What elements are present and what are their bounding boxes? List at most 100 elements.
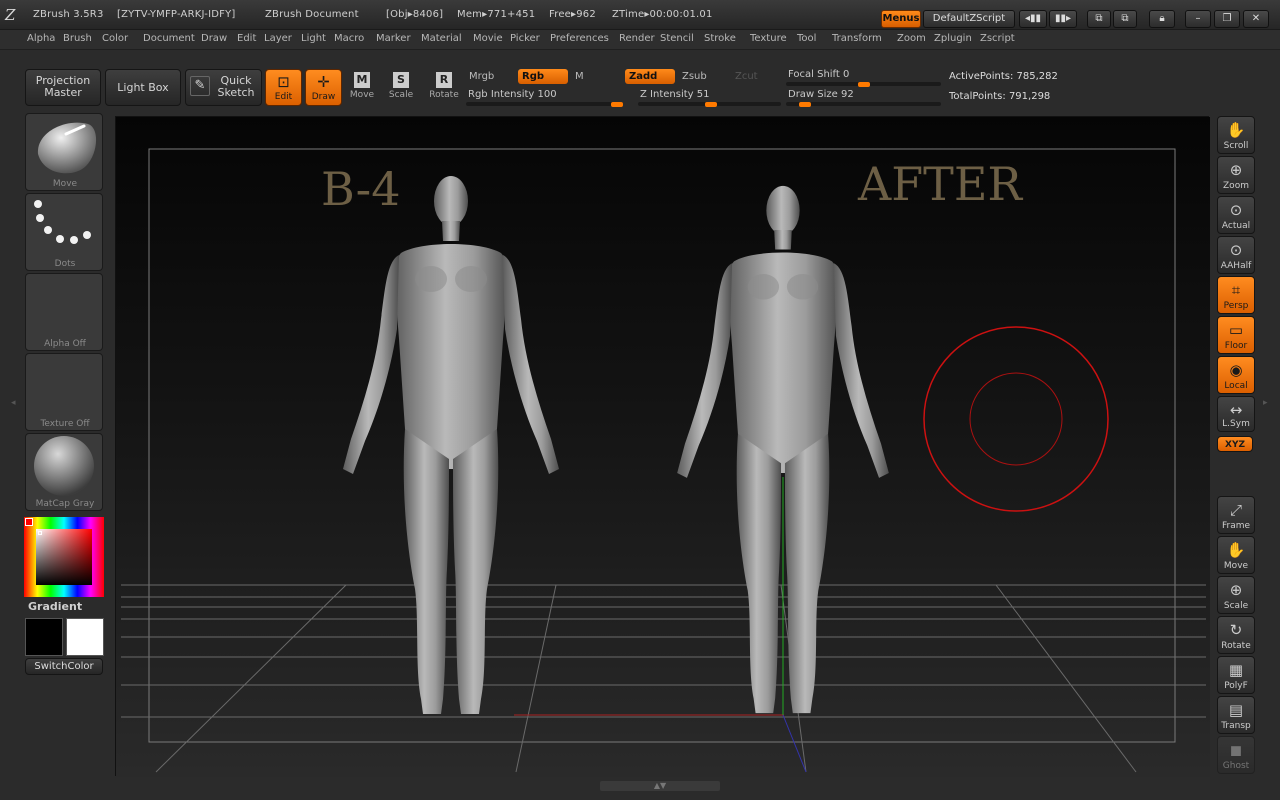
rightbar-frame-button[interactable]: ⤢ Frame xyxy=(1217,496,1255,534)
draw-size-knob[interactable] xyxy=(799,102,812,107)
draw-mode-button[interactable]: ✛ Draw xyxy=(305,69,342,106)
rightbar-actual-button[interactable]: ⊙ Actual xyxy=(1217,196,1255,234)
menu-macro[interactable]: Macro xyxy=(334,33,364,44)
main-color-swatch[interactable] xyxy=(66,618,104,656)
edit-mode-button[interactable]: ⊡ Edit xyxy=(265,69,302,106)
focal-shift-knob[interactable] xyxy=(857,82,870,87)
menu-stencil[interactable]: Stencil xyxy=(660,33,694,44)
selected-color-swatch[interactable] xyxy=(25,518,33,526)
menu-tool[interactable]: Tool xyxy=(797,33,816,44)
alpha-thumbnail[interactable]: Alpha Off xyxy=(25,273,103,351)
left-shelf-grip-icon[interactable]: ◂ xyxy=(11,398,16,408)
right-shelf-grip-icon[interactable]: ▸ xyxy=(1263,398,1268,408)
scale-label: Scale xyxy=(388,90,414,100)
secondary-color-swatch[interactable] xyxy=(25,618,63,656)
zcut-toggle[interactable]: Zcut xyxy=(731,69,781,84)
default-zscript-button[interactable]: DefaultZScript xyxy=(923,10,1015,28)
menu-movie[interactable]: Movie xyxy=(473,33,503,44)
menu-material[interactable]: Material xyxy=(421,33,462,44)
layout-a-icon[interactable]: ⧉ xyxy=(1087,10,1111,28)
rightbar-transp-button[interactable]: ▤ Transp xyxy=(1217,696,1255,734)
texture-caption: Texture Off xyxy=(40,419,90,429)
stroke-thumbnail[interactable]: Dots xyxy=(25,193,103,271)
rightbar-move-button[interactable]: ✋ Move xyxy=(1217,536,1255,574)
rightbar-xyz-button[interactable]: XYZ xyxy=(1217,436,1253,452)
menu-render[interactable]: Render xyxy=(619,33,655,44)
minimize-icon[interactable]: – xyxy=(1185,10,1211,28)
scroll-right-icon[interactable]: ▮▮▸ xyxy=(1049,10,1077,28)
rightbar-scroll-button[interactable]: ✋ Scroll xyxy=(1217,116,1255,154)
move-mode-button[interactable]: M Move xyxy=(346,72,378,106)
scroll-left-icon[interactable]: ◂▮▮ xyxy=(1019,10,1047,28)
zsub-toggle[interactable]: Zsub xyxy=(678,69,728,84)
menu-layer[interactable]: Layer xyxy=(264,33,292,44)
saturation-square[interactable] xyxy=(36,529,92,585)
restore-icon[interactable]: ❐ xyxy=(1214,10,1240,28)
menu-texture[interactable]: Texture xyxy=(750,33,787,44)
switchcolor-button[interactable]: SwitchColor xyxy=(25,658,103,675)
actual-icon: ⊙ xyxy=(1229,201,1243,219)
rightbar-persp-button[interactable]: ⌗ Persp xyxy=(1217,276,1255,314)
lightbox-button[interactable]: Light Box xyxy=(105,69,181,106)
color-picker[interactable] xyxy=(24,517,104,597)
rightbar-rotate-button[interactable]: ↻ Rotate xyxy=(1217,616,1255,654)
menu-zplugin[interactable]: Zplugin xyxy=(934,33,972,44)
rightbar-floor-button[interactable]: ▭ Floor xyxy=(1217,316,1255,354)
mrgb-toggle[interactable]: Mrgb xyxy=(465,69,515,84)
material-thumbnail[interactable]: MatCap Gray xyxy=(25,433,103,511)
menu-brush[interactable]: Brush xyxy=(63,33,92,44)
rotate-mode-button[interactable]: R Rotate xyxy=(426,72,462,106)
z-intensity-track[interactable] xyxy=(638,102,781,107)
brush-thumbnail[interactable]: Move xyxy=(25,113,103,191)
rightbar-aahalf-button[interactable]: ⊙ AAHalf xyxy=(1217,236,1255,274)
z-intensity-slider[interactable]: Z Intensity 51 xyxy=(640,89,709,100)
rightbar-scale-button[interactable]: ⊕ Scale xyxy=(1217,576,1255,614)
gradient-label[interactable]: Gradient xyxy=(28,600,82,613)
projection-master-button[interactable]: Projection Master xyxy=(25,69,101,106)
menus-button[interactable]: Menus xyxy=(881,10,921,28)
aahalf-icon: ⊙ xyxy=(1229,241,1243,259)
floor-icon: ▭ xyxy=(1228,321,1244,339)
draw-label: Draw xyxy=(311,92,336,102)
rgb-intensity-slider[interactable]: Rgb Intensity 100 xyxy=(468,89,557,100)
rightbar-local-button[interactable]: ◉ Local xyxy=(1217,356,1255,394)
menu-alpha[interactable]: Alpha xyxy=(27,33,55,44)
m-toggle[interactable]: M xyxy=(571,69,621,84)
menu-marker[interactable]: Marker xyxy=(376,33,411,44)
lock-icon[interactable]: 🔒︎ xyxy=(1149,10,1175,28)
z-intensity-value: 51 xyxy=(696,89,710,100)
rightbar-polyf-button[interactable]: ▦ PolyF xyxy=(1217,656,1255,694)
rgb-intensity-knob[interactable] xyxy=(611,102,623,107)
document-canvas[interactable]: B-4 AFTER xyxy=(115,116,1210,777)
bottom-shelf-grip-icon[interactable]: ▲▼ xyxy=(600,781,720,791)
draw-size-track[interactable] xyxy=(786,102,941,107)
local-caption: Local xyxy=(1224,381,1248,391)
focal-shift-track[interactable] xyxy=(786,82,941,87)
menu-edit[interactable]: Edit xyxy=(237,33,256,44)
menu-preferences[interactable]: Preferences xyxy=(550,33,609,44)
rgb-intensity-track[interactable] xyxy=(466,102,623,107)
quick-sketch-button[interactable]: ✎ Quick Sketch xyxy=(185,69,262,106)
rightbar-l-sym-button[interactable]: ↔ L.Sym xyxy=(1217,396,1255,432)
scale-mode-button[interactable]: S Scale xyxy=(385,72,417,106)
menu-transform[interactable]: Transform xyxy=(832,33,882,44)
menu-light[interactable]: Light xyxy=(301,33,326,44)
menu-document[interactable]: Document xyxy=(143,33,195,44)
draw-size-slider[interactable]: Draw Size 92 xyxy=(788,89,854,100)
rightbar-ghost-button[interactable]: ◼ Ghost xyxy=(1217,736,1255,774)
menu-zoom[interactable]: Zoom xyxy=(897,33,926,44)
menu-picker[interactable]: Picker xyxy=(510,33,540,44)
layout-b-icon[interactable]: ⧉ xyxy=(1113,10,1137,28)
close-icon[interactable]: ✕ xyxy=(1243,10,1269,28)
texture-thumbnail[interactable]: Texture Off xyxy=(25,353,103,431)
rgb-toggle[interactable]: Rgb xyxy=(518,69,568,84)
menu-draw[interactable]: Draw xyxy=(201,33,227,44)
focal-shift-slider[interactable]: Focal Shift 0 xyxy=(788,69,849,80)
rightbar-zoom-button[interactable]: ⊕ Zoom xyxy=(1217,156,1255,194)
menu-color[interactable]: Color xyxy=(102,33,128,44)
zadd-toggle[interactable]: Zadd xyxy=(625,69,675,84)
z-intensity-knob[interactable] xyxy=(704,102,717,107)
menu-zscript[interactable]: Zscript xyxy=(980,33,1015,44)
color-cursor[interactable] xyxy=(38,531,42,535)
menu-stroke[interactable]: Stroke xyxy=(704,33,736,44)
